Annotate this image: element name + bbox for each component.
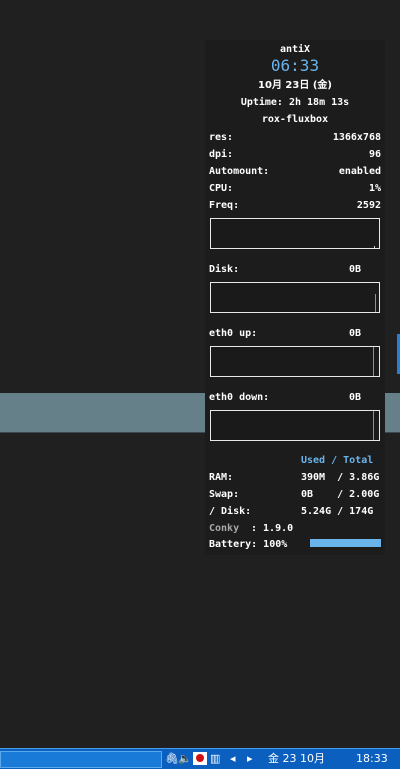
cpu-value: 1% xyxy=(368,183,381,194)
ram-value: 390M / 3.86G xyxy=(301,472,380,483)
res-label: res: xyxy=(209,132,234,143)
volume-icon[interactable]: 🔈 xyxy=(178,749,192,769)
battery-bar xyxy=(310,539,381,547)
freq-value: 2592 xyxy=(356,200,381,211)
eth0-up-graph xyxy=(210,346,380,377)
eth0-down-label: eth0 down: xyxy=(209,392,270,403)
eth0-down-graph xyxy=(210,410,380,441)
root-disk-label: / Disk: xyxy=(209,506,252,517)
dpi-value: 96 xyxy=(368,149,381,160)
uptime-text: Uptime: 2h 18m 13s xyxy=(240,97,350,108)
taskbar-clock[interactable]: 18:33 xyxy=(356,749,388,769)
res-value: 1366x768 xyxy=(332,132,381,143)
usage-table-header: Used / Total xyxy=(301,455,374,466)
date-text: 10月 23日 (金) xyxy=(258,80,332,91)
swap-label: Swap: xyxy=(209,489,240,500)
taskbar-window-button[interactable] xyxy=(0,751,162,768)
eth0-up-label: eth0 up: xyxy=(209,328,258,339)
paperclip-icon[interactable]: 🖇 xyxy=(165,749,179,769)
workspace-prev-icon[interactable]: ◂ xyxy=(230,749,236,769)
distro-name: antiX xyxy=(279,44,311,55)
eth0-down-graph-bar xyxy=(373,411,374,440)
taskbar-date: 金 23 10月 xyxy=(268,752,325,765)
eth0-up-value: 0B xyxy=(349,328,362,339)
cpu-graph xyxy=(210,218,380,249)
freq-label: Freq: xyxy=(209,200,240,211)
workspace-next-icon[interactable]: ▸ xyxy=(247,749,253,769)
automount-label: Automount: xyxy=(209,166,270,177)
root-disk-value: 5.24G / 174G xyxy=(301,506,374,517)
disk-label: Disk: xyxy=(209,264,240,275)
automount-value: enabled xyxy=(338,166,381,177)
eth0-up-graph-bar xyxy=(373,347,374,376)
cpu-label: CPU: xyxy=(209,183,234,194)
eth0-down-value: 0B xyxy=(349,392,362,403)
network-icon[interactable]: ▥ xyxy=(210,749,220,769)
disk-value: 0B xyxy=(349,264,362,275)
conky-label: Conky xyxy=(209,523,240,534)
conky-version: : 1.9.0 xyxy=(251,523,294,534)
swap-value: 0B / 2.00G xyxy=(301,489,380,500)
dpi-label: dpi: xyxy=(209,149,234,160)
taskbar: 🖇 🔈 ▥ ◂ ▸ 金 23 10月 18:33 xyxy=(0,748,400,769)
japan-flag-icon[interactable] xyxy=(193,752,207,765)
ram-label: RAM: xyxy=(209,472,234,483)
clock-time: 06:33 xyxy=(270,56,320,75)
cpu-graph-bar xyxy=(374,246,375,248)
disk-graph xyxy=(210,282,380,313)
desktop-name: rox-fluxbox xyxy=(261,114,329,125)
conky-panel: antiX 06:33 10月 23日 (金) Uptime: 2h 18m 1… xyxy=(205,40,385,555)
battery-text: Battery: 100% xyxy=(209,539,288,550)
disk-graph-bar xyxy=(375,294,376,312)
